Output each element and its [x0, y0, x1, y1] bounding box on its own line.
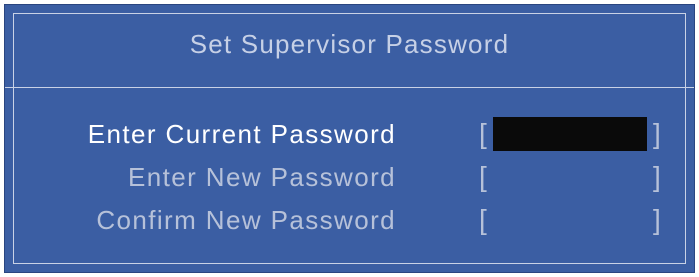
confirm-new-password-label: Confirm New Password [96, 205, 396, 235]
close-bracket: ] [653, 204, 661, 235]
open-bracket: [ [479, 204, 487, 235]
set-supervisor-password-dialog: Set Supervisor Password Enter Current Pa… [4, 4, 695, 273]
open-bracket: [ [479, 118, 487, 149]
dialog-title: Set Supervisor Password [189, 29, 510, 59]
enter-new-password-label: Enter New Password [128, 162, 396, 192]
open-bracket: [ [479, 161, 487, 192]
title-divider [5, 87, 694, 88]
current-password-input[interactable] [493, 117, 647, 151]
close-bracket: ] [653, 118, 661, 149]
new-password-input[interactable] [493, 160, 647, 194]
confirm-password-input[interactable] [493, 203, 647, 237]
enter-current-password-label: Enter Current Password [87, 119, 396, 149]
close-bracket: ] [653, 161, 661, 192]
